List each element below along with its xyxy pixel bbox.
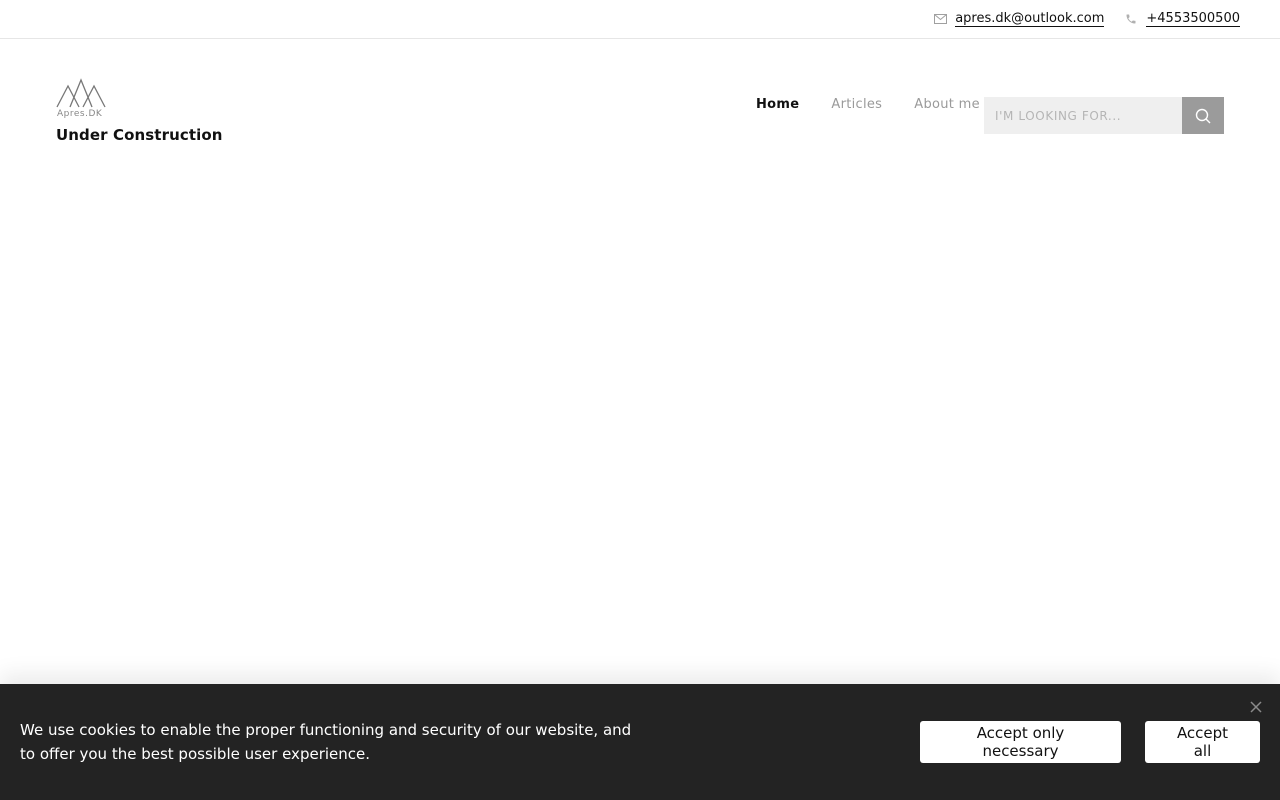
search-button[interactable] — [1182, 97, 1224, 134]
search-icon — [1195, 108, 1211, 123]
phone-link[interactable]: +4553500500 — [1146, 11, 1240, 27]
close-icon[interactable] — [1249, 700, 1263, 714]
phone-icon — [1124, 12, 1138, 26]
accept-necessary-button[interactable]: Accept only necessary — [920, 721, 1121, 763]
nav-item-home[interactable]: Home — [756, 97, 799, 112]
search-form — [984, 97, 1224, 134]
cookie-message: We use cookies to enable the proper func… — [20, 721, 632, 763]
site-header: Apres.DK Under Construction Home Article… — [0, 39, 1280, 189]
mountain-logo-icon: Apres.DK — [56, 78, 106, 118]
cookie-banner: We use cookies to enable the proper func… — [0, 684, 1280, 800]
site-title: Under Construction — [56, 126, 223, 144]
mail-icon — [933, 12, 947, 26]
nav-item-about[interactable]: About me — [914, 97, 980, 112]
phone-contact: +4553500500 — [1124, 11, 1240, 27]
site-logo[interactable]: Apres.DK Under Construction — [56, 78, 223, 144]
logo-text: Apres.DK — [57, 109, 103, 118]
accept-all-button[interactable]: Accept all — [1145, 721, 1260, 763]
main-nav: Home Articles About me — [756, 97, 1012, 112]
search-input[interactable] — [984, 97, 1182, 134]
email-link[interactable]: apres.dk@outlook.com — [955, 11, 1105, 27]
top-contact-bar: apres.dk@outlook.com +4553500500 — [0, 0, 1280, 39]
nav-item-articles[interactable]: Articles — [831, 97, 882, 112]
email-contact: apres.dk@outlook.com — [933, 11, 1105, 27]
